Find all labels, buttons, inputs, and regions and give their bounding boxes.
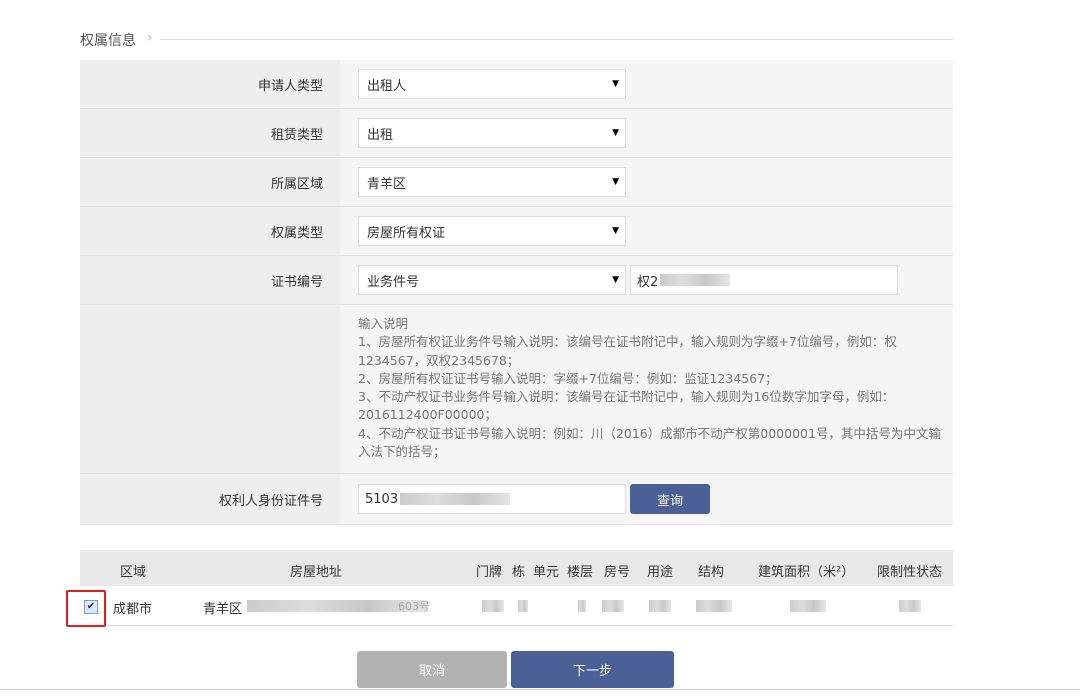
input-value: 5103 bbox=[365, 492, 398, 507]
select-value: 房屋所有权证 bbox=[367, 222, 445, 241]
form-row-ownership-type: 权属类型 房屋所有权证 ▼ bbox=[80, 207, 953, 256]
form-row-district: 所属区域 青羊区 ▼ bbox=[80, 158, 953, 207]
redacted-blur bbox=[696, 600, 732, 612]
divider bbox=[160, 39, 953, 40]
note-line: 4、不动产权证书证书号输入说明：例如：川（2016）成都市不动产权第000000… bbox=[358, 425, 953, 462]
lease-type-select[interactable]: 出租 ▼ bbox=[358, 118, 626, 148]
highlight-box bbox=[66, 590, 106, 627]
redacted-blur bbox=[518, 600, 528, 612]
redacted-blur bbox=[400, 493, 510, 505]
input-value: 权2 bbox=[637, 271, 658, 290]
certificate-number-input[interactable]: 权2 bbox=[630, 265, 898, 295]
query-button[interactable]: 查询 bbox=[630, 484, 710, 514]
column-header: 门牌 bbox=[476, 561, 502, 580]
dropdown-arrow-icon: ▼ bbox=[612, 79, 619, 89]
column-header: 限制性状态 bbox=[877, 561, 942, 580]
column-header: 用途 bbox=[647, 561, 673, 580]
select-value: 出租人 bbox=[367, 75, 406, 94]
field-label: 所属区域 bbox=[80, 158, 340, 206]
address-cell: 青羊区 bbox=[203, 598, 242, 617]
cancel-button[interactable]: 取消 bbox=[357, 651, 507, 688]
dropdown-arrow-icon: ▼ bbox=[612, 275, 619, 285]
note-line: 1、房屋所有权证业务件号输入说明：该编号在证书附记中，输入规则为字缀+7位编号，… bbox=[358, 333, 953, 370]
form-row-applicant-type: 申请人类型 出租人 ▼ bbox=[80, 60, 953, 109]
redacted-blur bbox=[649, 600, 671, 612]
column-header: 栋 bbox=[512, 561, 525, 580]
dropdown-arrow-icon: ▼ bbox=[612, 128, 619, 138]
redacted-blur bbox=[602, 600, 624, 612]
results-table-header: 区域 房屋地址 门牌 栋 单元 楼层 房号 用途 结构 建筑面积（米²） 限制性… bbox=[80, 550, 953, 586]
redacted-blur bbox=[482, 600, 504, 612]
dropdown-arrow-icon: ▼ bbox=[612, 226, 619, 236]
form-row-id-number: 权利人身份证件号 5103 查询 bbox=[80, 474, 953, 525]
input-instructions: 输入说明 1、房屋所有权证业务件号输入说明：该编号在证书附记中，输入规则为字缀+… bbox=[340, 305, 953, 473]
note-line: 2、房屋所有权证证书号输入说明：字缀+7位编号：例如：监证1234567； bbox=[358, 370, 953, 388]
district-select[interactable]: 青羊区 ▼ bbox=[358, 167, 626, 197]
column-header: 房号 bbox=[604, 561, 630, 580]
select-value: 青羊区 bbox=[367, 173, 406, 192]
note-line: 3、不动产权证书业务件号输入说明：该编号在证书附记中，输入规则为16位数字加字母… bbox=[358, 388, 953, 425]
ownership-type-select[interactable]: 房屋所有权证 ▼ bbox=[358, 216, 626, 246]
select-value: 业务件号 bbox=[367, 271, 419, 290]
region-cell: 成都市 bbox=[113, 598, 152, 617]
field-label: 权利人身份证件号 bbox=[80, 474, 340, 524]
address-end: 603号 bbox=[398, 598, 430, 614]
field-label: 租赁类型 bbox=[80, 109, 340, 157]
form-row-notes: 输入说明 1、房屋所有权证业务件号输入说明：该编号在证书附记中，输入规则为字缀+… bbox=[80, 305, 953, 474]
note-title: 输入说明 bbox=[358, 315, 953, 333]
column-header: 单元 bbox=[533, 561, 559, 580]
form-row-certificate-number: 证书编号 业务件号 ▼ 权2 bbox=[80, 256, 953, 305]
field-label: 权属类型 bbox=[80, 207, 340, 255]
column-header: 结构 bbox=[698, 561, 724, 580]
section-title: 权属信息 bbox=[80, 30, 136, 50]
column-header: 房屋地址 bbox=[290, 561, 342, 580]
status-bar bbox=[0, 689, 1080, 700]
id-number-input[interactable]: 5103 bbox=[358, 484, 626, 514]
column-header: 楼层 bbox=[567, 561, 593, 580]
redacted-blur bbox=[578, 600, 586, 612]
chevron-right-icon: › bbox=[147, 30, 153, 46]
dropdown-arrow-icon: ▼ bbox=[612, 177, 619, 187]
field-label: 证书编号 bbox=[80, 256, 340, 304]
table-row[interactable]: 成都市 青羊区 603号 bbox=[80, 586, 953, 626]
redacted-blur bbox=[790, 600, 826, 612]
certificate-number-type-select[interactable]: 业务件号 ▼ bbox=[358, 265, 626, 295]
ownership-form: 申请人类型 出租人 ▼ 租赁类型 出租 ▼ 所属区域 青羊区 ▼ 权属类型 房屋所有权… bbox=[80, 60, 953, 525]
empty-label bbox=[80, 305, 340, 473]
applicant-type-select[interactable]: 出租人 ▼ bbox=[358, 69, 626, 99]
form-row-lease-type: 租赁类型 出租 ▼ bbox=[80, 109, 953, 158]
field-label: 申请人类型 bbox=[80, 60, 340, 108]
column-header: 建筑面积（米²） bbox=[758, 561, 854, 580]
redacted-blur bbox=[660, 274, 730, 286]
next-step-button[interactable]: 下一步 bbox=[511, 651, 674, 688]
select-value: 出租 bbox=[367, 124, 393, 143]
redacted-blur bbox=[899, 600, 921, 612]
column-header: 区域 bbox=[120, 561, 146, 580]
